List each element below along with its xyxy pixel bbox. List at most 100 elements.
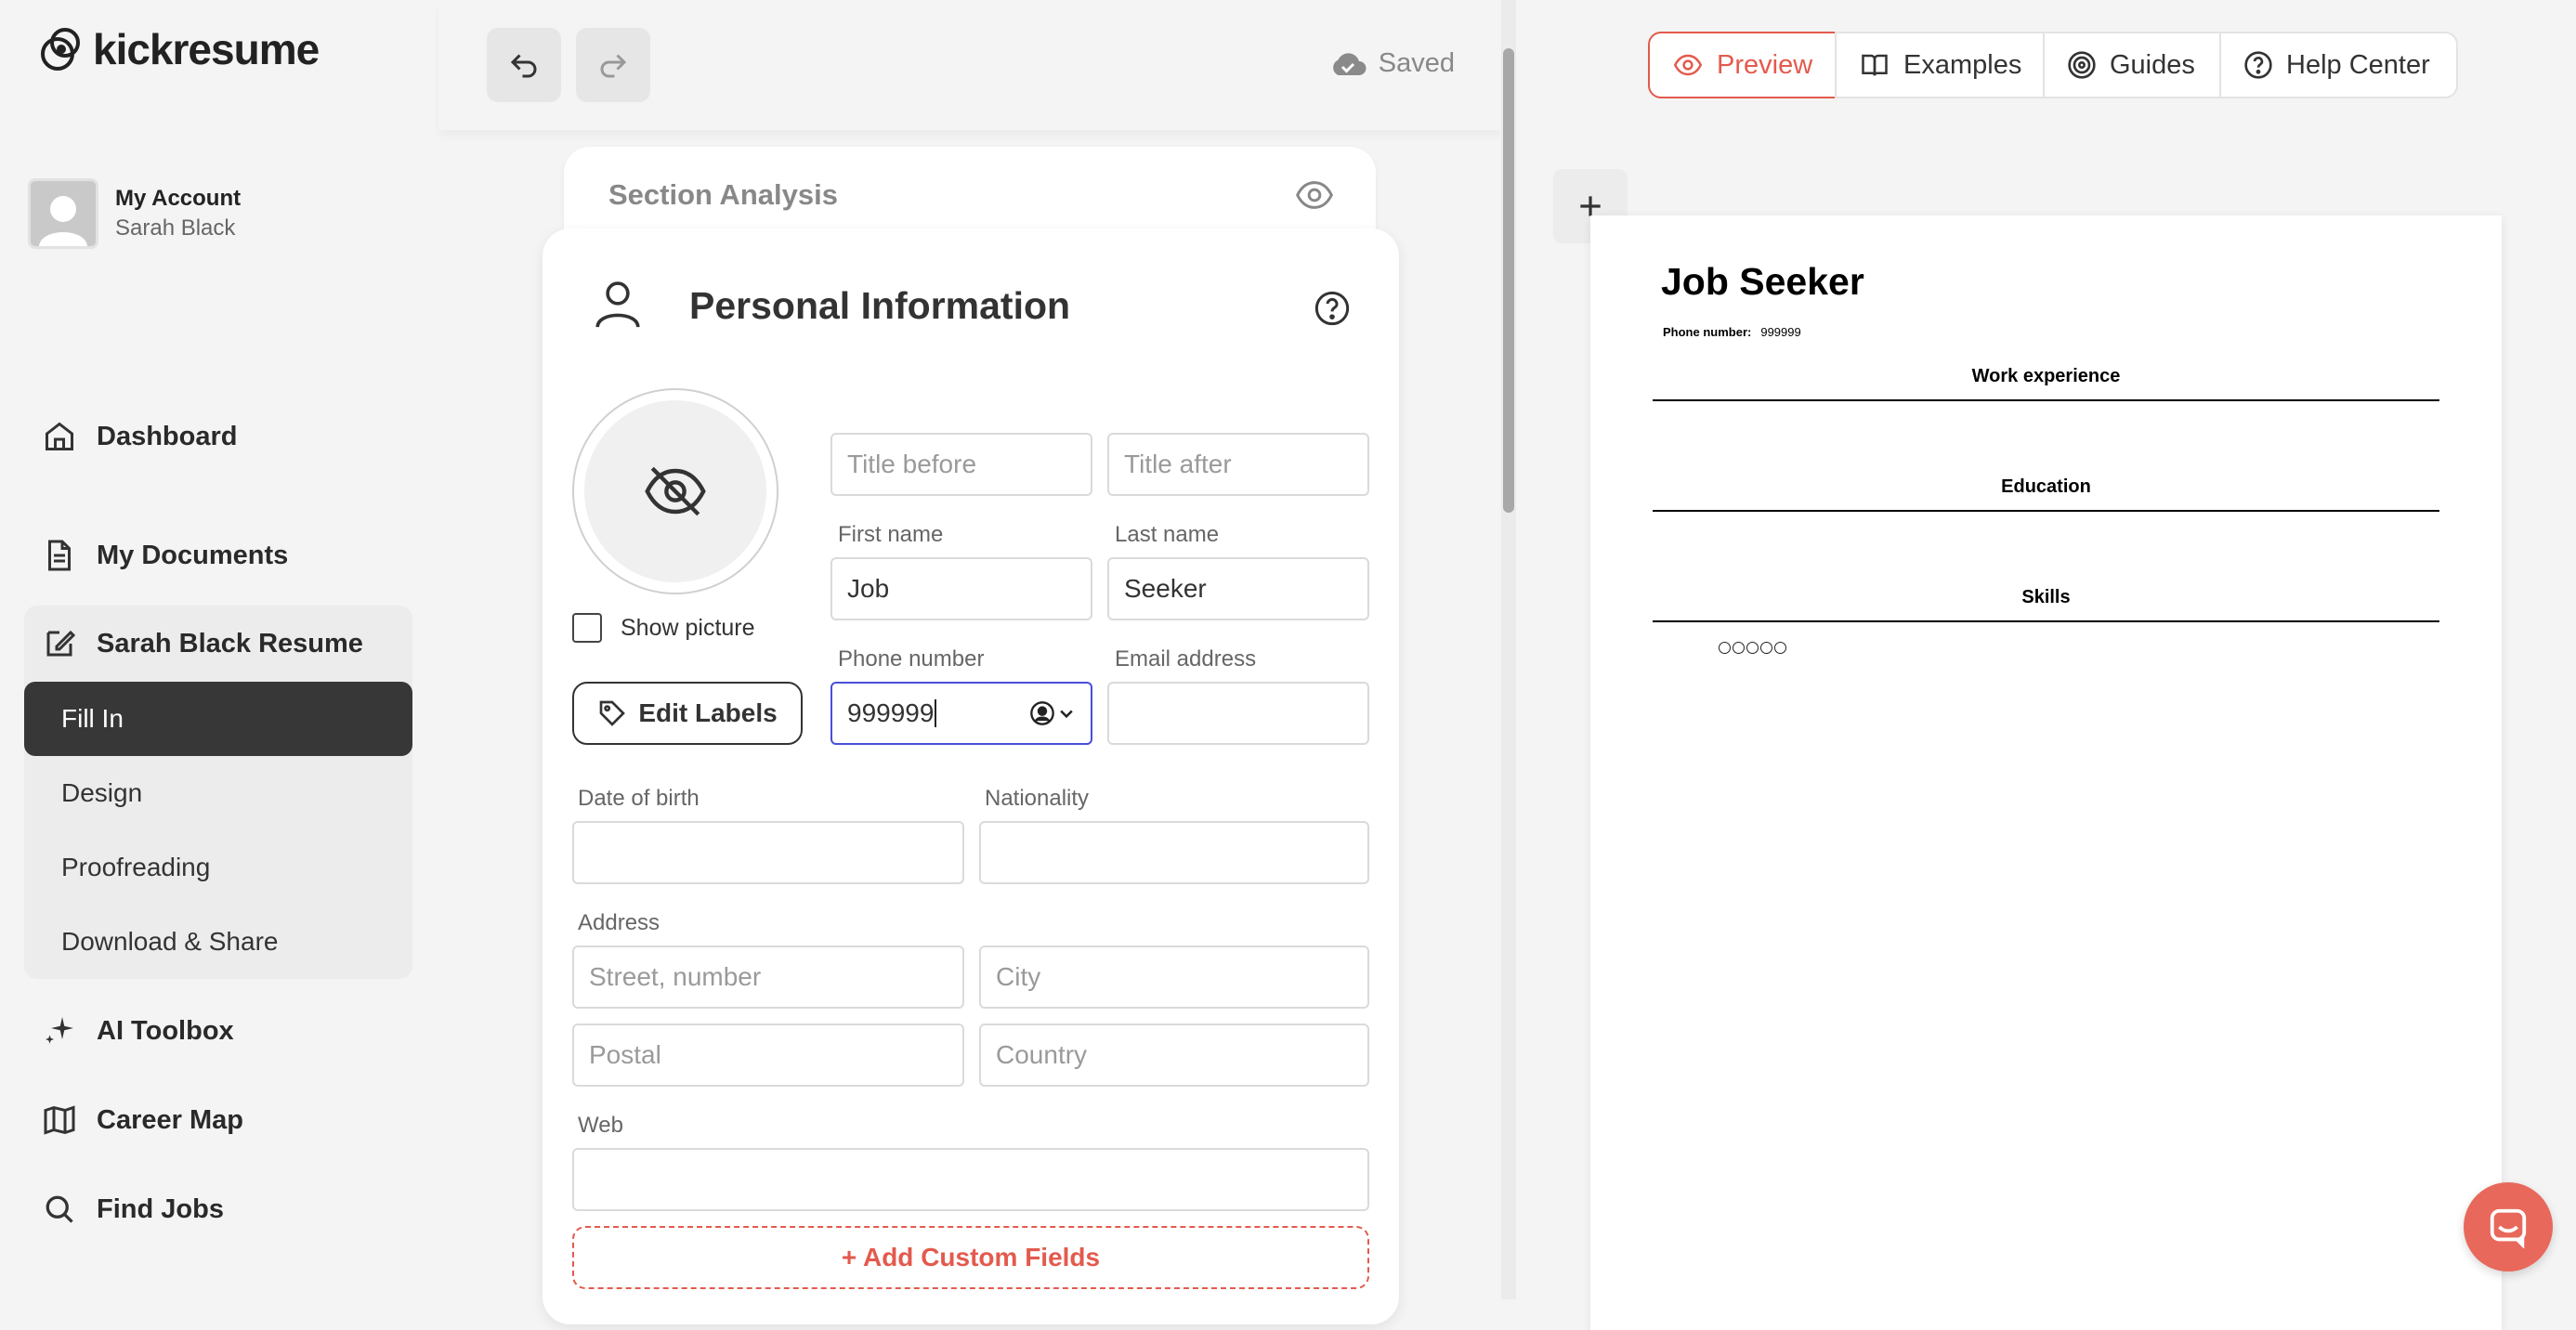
title-before-input[interactable]: Title before [830, 433, 1092, 496]
last-name-label: Last name [1115, 522, 1220, 547]
eye-off-icon [645, 461, 706, 522]
rating-dot [1746, 642, 1759, 654]
tab-preview[interactable]: Preview [1648, 32, 1837, 98]
nav-ai-toolbox[interactable]: AI Toolbox [41, 1012, 234, 1050]
logo-icon [39, 26, 82, 72]
address-label: Address [578, 910, 660, 935]
resume-name: Job Seeker [1661, 260, 1864, 303]
tab-guides[interactable]: Guides [2043, 32, 2221, 98]
kickresume-logo[interactable]: kickresume [39, 24, 320, 74]
section-divider [1653, 620, 2439, 622]
account-name: Sarah Black [115, 215, 236, 241]
tag-icon [597, 698, 627, 728]
nav-career-map-label: Career Map [97, 1104, 243, 1135]
help-icon[interactable] [1314, 290, 1351, 327]
person-icon [591, 277, 645, 332]
web-input[interactable] [572, 1148, 1369, 1211]
show-picture-toggle[interactable]: Show picture [572, 613, 755, 643]
cloud-check-icon [1328, 50, 1367, 78]
save-status: Saved [1328, 48, 1455, 79]
first-name-input[interactable]: Job [830, 557, 1092, 620]
target-icon [2067, 50, 2097, 80]
resume-phone: Phone number: 999999 [1663, 325, 1801, 339]
show-picture-checkbox[interactable] [572, 613, 602, 643]
tab-examples-label: Examples [1903, 49, 2022, 80]
nationality-label: Nationality [985, 786, 1090, 811]
section-title: Personal Information [689, 284, 1071, 327]
edit-icon [41, 625, 78, 662]
rating-dot [1719, 642, 1731, 654]
sparkle-icon [41, 1012, 78, 1050]
editor-scrollbar-thumb[interactable] [1503, 48, 1514, 513]
resume-section-skills: Skills [2021, 587, 2071, 607]
nationality-input[interactable] [979, 821, 1369, 884]
resume-preview-document[interactable]: Job Seeker Phone number: 999999 Work expe… [1590, 215, 2502, 1330]
document-icon [41, 537, 78, 574]
nav-resume-label: Sarah Black Resume [97, 628, 363, 658]
account-menu[interactable]: My Account Sarah Black [28, 178, 241, 249]
tab-examples[interactable]: Examples [1835, 32, 2045, 98]
nav-my-documents-label: My Documents [97, 540, 289, 570]
last-name-input[interactable]: Seeker [1107, 557, 1369, 620]
country-input[interactable]: Country [979, 1024, 1369, 1087]
profile-photo-upload[interactable] [572, 388, 778, 594]
subnav-design[interactable]: Design [24, 756, 412, 830]
eye-icon[interactable] [1294, 176, 1335, 214]
nav-find-jobs[interactable]: Find Jobs [41, 1191, 224, 1228]
tab-help-center[interactable]: Help Center [2219, 32, 2458, 98]
email-label: Email address [1115, 646, 1257, 672]
map-icon [41, 1102, 78, 1139]
street-input[interactable]: Street, number [572, 945, 964, 1009]
nav-career-map[interactable]: Career Map [41, 1102, 243, 1139]
editor-toolbar: Saved [438, 0, 1501, 130]
book-icon [1859, 51, 1890, 79]
search-icon [41, 1191, 78, 1228]
personal-information-card: Personal Information Show picture Edit L… [543, 228, 1399, 1324]
resume-section-work: Work experience [1971, 366, 2121, 386]
home-icon [41, 418, 78, 455]
photo-placeholder [584, 400, 766, 582]
web-label: Web [578, 1113, 623, 1138]
phone-type-dropdown[interactable] [1029, 700, 1076, 726]
nav-dashboard[interactable]: Dashboard [41, 418, 237, 455]
section-divider [1653, 399, 2439, 401]
nav-ai-toolbox-label: AI Toolbox [97, 1015, 234, 1046]
tab-guides-label: Guides [2110, 49, 2195, 80]
redo-button[interactable] [576, 28, 650, 102]
resume-phone-label: Phone number: [1663, 325, 1752, 339]
undo-icon [507, 48, 541, 82]
resume-section-education: Education [2001, 476, 2091, 497]
nav-sarah-black-resume[interactable]: Sarah Black Resume [41, 625, 363, 662]
rating-dot [1760, 642, 1772, 654]
chat-support-button[interactable] [2464, 1182, 2553, 1271]
city-input[interactable]: City [979, 945, 1369, 1009]
sidebar: kickresume My Account Sarah Black Dashbo… [0, 0, 437, 1299]
nav-my-documents[interactable]: My Documents [41, 537, 288, 574]
help-icon [2243, 50, 2273, 80]
nav-dashboard-label: Dashboard [97, 421, 238, 451]
redo-icon [596, 48, 630, 82]
phone-input[interactable]: 999999 [830, 682, 1092, 745]
edit-labels-button[interactable]: Edit Labels [572, 682, 803, 745]
title-after-input[interactable]: Title after [1107, 433, 1369, 496]
rating-dot [1733, 642, 1745, 654]
phone-label: Phone number [838, 646, 985, 672]
user-circle-icon [1029, 700, 1055, 726]
undo-button[interactable] [487, 28, 561, 102]
dob-input[interactable] [572, 821, 964, 884]
tab-preview-label: Preview [1717, 49, 1813, 80]
skill-rating [1719, 642, 1786, 654]
eye-icon [1672, 51, 1704, 79]
chevron-down-icon [1057, 704, 1076, 723]
chat-icon [2487, 1206, 2530, 1248]
tab-help-label: Help Center [2286, 49, 2430, 80]
email-input[interactable] [1107, 682, 1369, 745]
subnav-download-share[interactable]: Download & Share [24, 905, 412, 979]
subnav-proofreading[interactable]: Proofreading [24, 830, 412, 905]
nav-find-jobs-label: Find Jobs [97, 1193, 224, 1224]
subnav-fill-in[interactable]: Fill In [24, 682, 412, 756]
postal-input[interactable]: Postal [572, 1024, 964, 1087]
add-custom-fields-button[interactable]: + Add Custom Fields [572, 1226, 1369, 1289]
section-analysis-label: Section Analysis [608, 178, 838, 211]
rating-dot [1774, 642, 1786, 654]
